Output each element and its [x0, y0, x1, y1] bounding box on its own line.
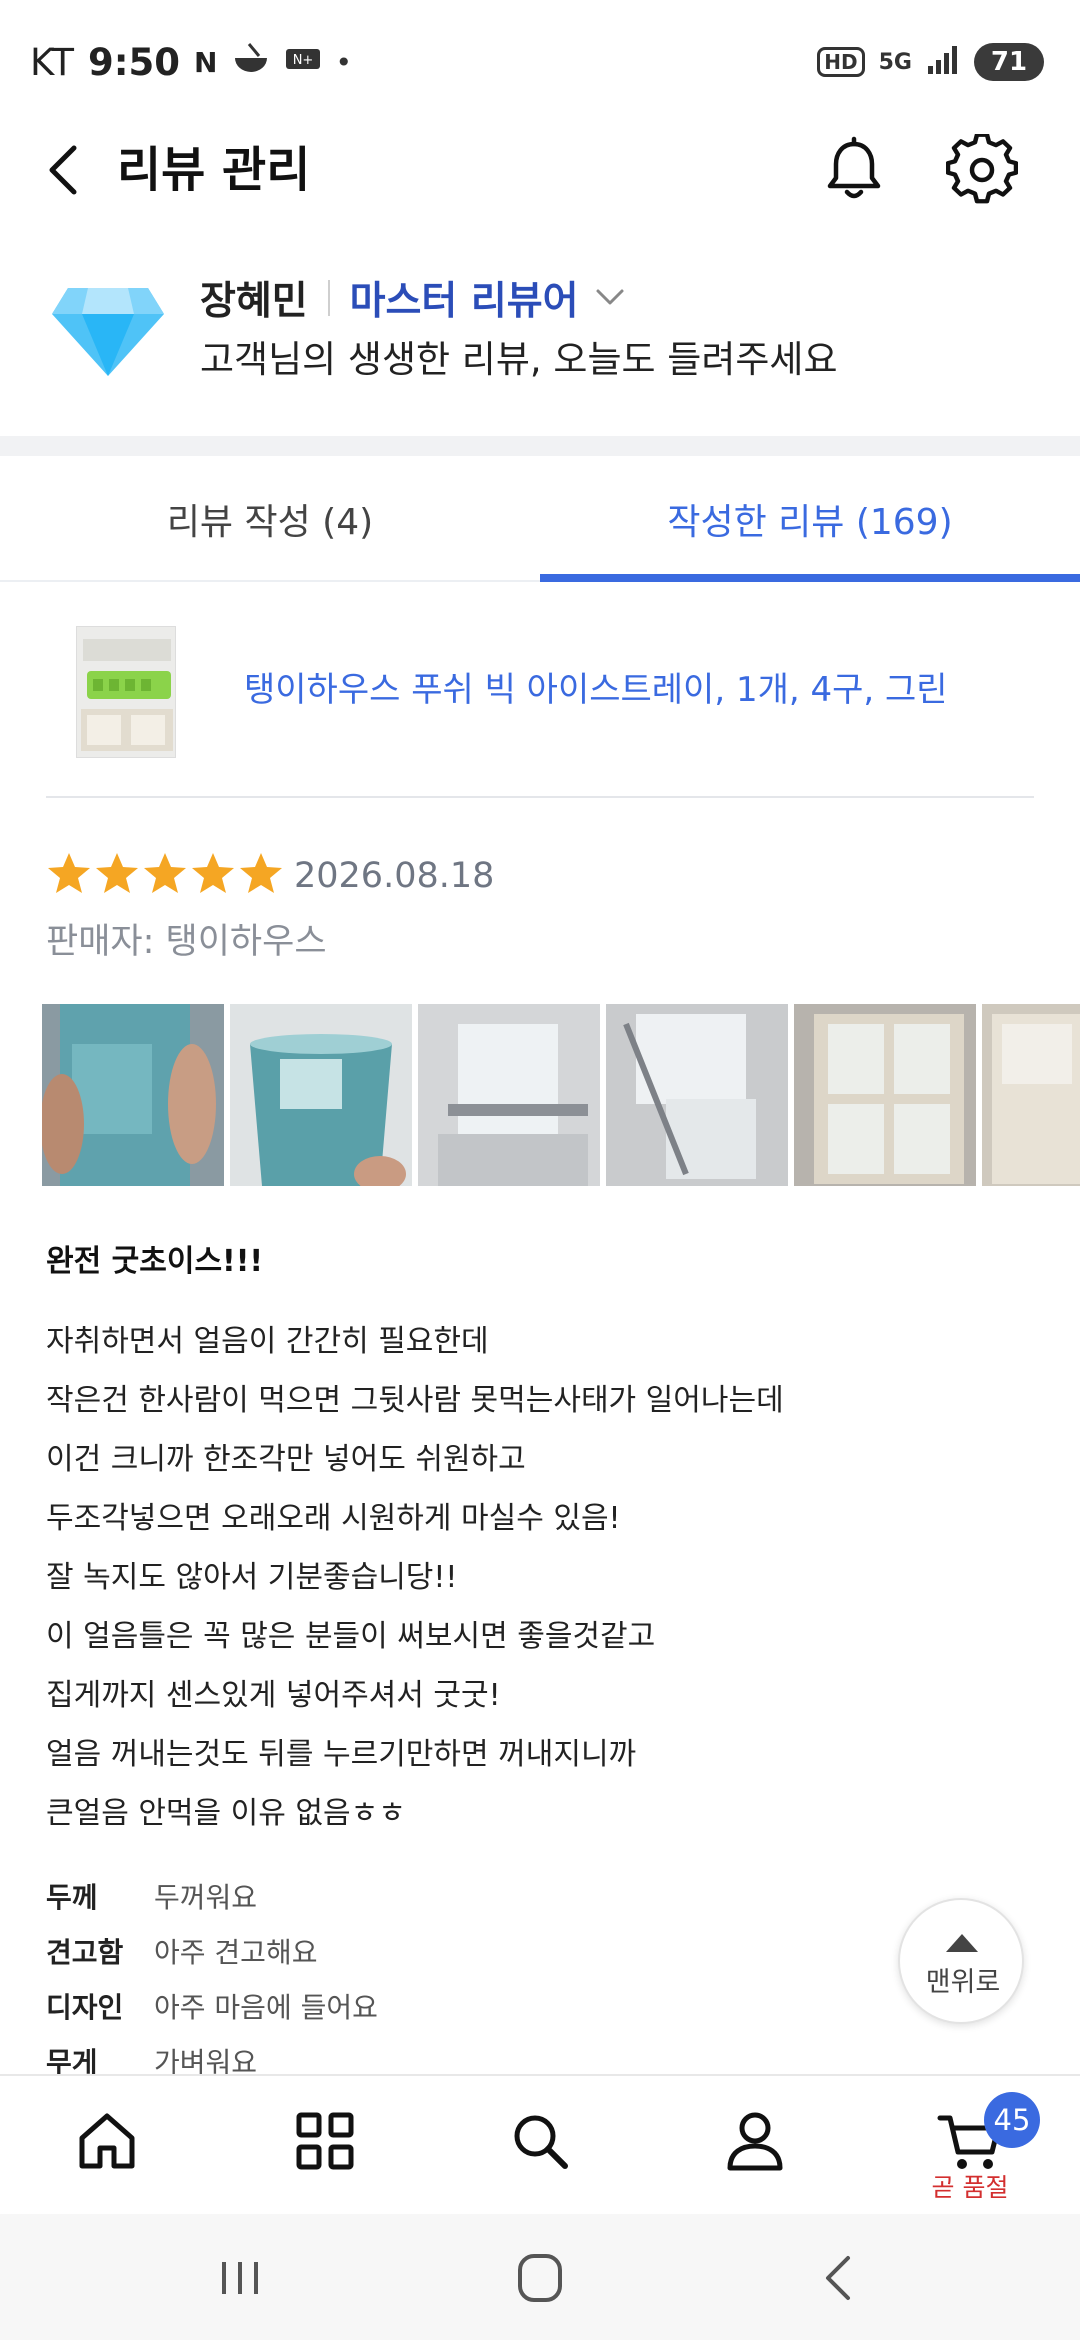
home-icon[interactable] [72, 2106, 142, 2176]
tab-write-review[interactable]: 리뷰 작성 (4) [0, 456, 540, 582]
chevron-down-icon[interactable] [595, 287, 625, 309]
seller-name: 판매자: 탱이하우스 [46, 922, 327, 962]
search-icon[interactable] [505, 2106, 575, 2176]
review-title: 완전 굿초이스!!! [46, 1244, 264, 1279]
star-icon [48, 853, 90, 893]
review-body: 자취하면서 얼음이 간간히 필요한데 작은건 한사람이 먹으면 그뒷사람 못먹는… [46, 1316, 784, 1847]
star-icon [192, 853, 234, 893]
gear-icon[interactable] [946, 134, 1018, 206]
page-title: 리뷰 관리 [117, 142, 311, 198]
tab-written-reviews[interactable]: 작성한 리뷰 (169) [540, 456, 1080, 582]
clock: 9:50 [88, 40, 181, 84]
status-right: HD 5G 71 [817, 36, 1044, 88]
review-line: 이건 크니까 한조각만 넣어도 쉬원하고 [46, 1442, 526, 1477]
review-photo[interactable] [794, 1004, 976, 1186]
notification-dot: • [335, 45, 352, 79]
user-name: 장혜민 [200, 279, 308, 324]
review-line: 작은건 한사람이 먹으면 그뒷사람 못먹는사태가 일어나는데 [46, 1383, 784, 1418]
review-photo[interactable] [606, 1004, 788, 1186]
attribute-row: 견고함 아주 견고해요 [46, 1923, 378, 1978]
cart-count-badge: 45 [984, 2092, 1040, 2148]
name-divider [327, 280, 330, 316]
review-line: 얼음 꺼내는것도 뒤를 누르기만하면 꺼내지니까 [46, 1737, 637, 1772]
home-button-icon[interactable] [510, 2250, 570, 2306]
bottom-nav [0, 2074, 1080, 2214]
back-arrow-icon[interactable] [36, 138, 92, 202]
product-name-link[interactable]: 탱이하우스 푸쉬 빅 아이스트레이, 1개, 4구, 그린 [244, 660, 948, 720]
star-rating [46, 850, 284, 896]
attribute-value: 두꺼워요 [154, 1880, 258, 1914]
hd-voice-icon: HD [817, 47, 865, 77]
battery-level: 71 [974, 43, 1044, 81]
scroll-to-top-button[interactable]: 맨위로 [898, 1898, 1024, 2024]
attribute-label: 두께 [46, 1880, 98, 1914]
arrow-up-icon [946, 1934, 978, 1952]
reviewer-level[interactable]: 마스터 리뷰어 [350, 270, 579, 326]
profile-message: 고객님의 생생한 리뷰, 오늘도 들려주세요 [200, 338, 838, 381]
review-photo[interactable] [230, 1004, 412, 1186]
review-tabs: 리뷰 작성 (4) 작성한 리뷰 (169) [0, 456, 1080, 582]
carrier-label: KT [30, 40, 74, 84]
review-attributes: 두께 두꺼워요 견고함 아주 견고해요 디자인 아주 마음에 들어요 무게 가벼… [46, 1868, 378, 2088]
star-icon [96, 853, 138, 893]
app-header: 리뷰 관리 [0, 120, 1080, 220]
profile-name-row: 장혜민 마스터 리뷰어 [200, 268, 625, 328]
review-photo-strip [42, 1004, 1080, 1186]
network-5g-icon: 5G [878, 49, 912, 75]
scroll-to-top-label: 맨위로 [925, 1967, 1001, 1998]
recent-apps-icon[interactable] [210, 2250, 270, 2306]
status-bar: KT 9:50 N N+ • HD 5G 71 [0, 0, 1080, 120]
product-thumbnail[interactable] [76, 626, 176, 758]
my-account-icon[interactable] [720, 2106, 790, 2176]
diamond-grade-icon [52, 288, 164, 376]
attribute-row: 디자인 아주 마음에 들어요 [46, 1978, 378, 2033]
product-row[interactable]: 탱이하우스 푸쉬 빅 아이스트레이, 1개, 4구, 그린 [0, 600, 1080, 800]
system-nav-bar [0, 2214, 1080, 2340]
system-back-icon[interactable] [810, 2250, 870, 2306]
attribute-value: 아주 마음에 들어요 [154, 1990, 378, 2024]
category-grid-icon[interactable] [290, 2106, 360, 2176]
bowl-icon [231, 42, 271, 83]
star-icon [240, 853, 282, 893]
product-divider [46, 796, 1034, 798]
netflix-icon: N [194, 45, 218, 79]
status-left: KT 9:50 N N+ • [30, 36, 352, 88]
signal-icon [926, 44, 960, 80]
active-tab-indicator [540, 574, 1080, 582]
star-icon [144, 853, 186, 893]
review-line: 자취하면서 얼음이 간간히 필요한데 [46, 1324, 489, 1359]
naver-icon: N+ [285, 46, 321, 79]
review-line: 큰얼음 안먹을 이유 없음ㅎㅎ [46, 1796, 406, 1831]
review-line: 이 얼음틀은 꼭 많은 분들이 써보시면 좋을것같고 [46, 1619, 656, 1654]
review-line: 잘 녹지도 않아서 기분좋습니당!! [46, 1560, 458, 1595]
attribute-label: 디자인 [46, 1990, 124, 2024]
review-date: 2026.08.18 [294, 856, 495, 896]
bell-icon[interactable] [820, 136, 888, 204]
review-photo[interactable] [42, 1004, 224, 1186]
attribute-label: 견고함 [46, 1935, 124, 1969]
attribute-value: 아주 견고해요 [154, 1935, 318, 1969]
review-photo[interactable] [418, 1004, 600, 1186]
profile-section: 장혜민 마스터 리뷰어 고객님의 생생한 리뷰, 오늘도 들려주세요 [0, 250, 1080, 420]
review-line: 두조각넣으면 오래오래 시원하게 마실수 있음! [46, 1501, 621, 1536]
section-divider [0, 436, 1080, 456]
cart-soldout-label: 곧 품절 [931, 2173, 1009, 2202]
attribute-row: 두께 두꺼워요 [46, 1868, 378, 1923]
review-photo[interactable] [982, 1004, 1080, 1186]
svg-text:N+: N+ [293, 53, 314, 68]
review-line: 집게까지 센스있게 넣어주셔서 굿굿! [46, 1678, 501, 1713]
